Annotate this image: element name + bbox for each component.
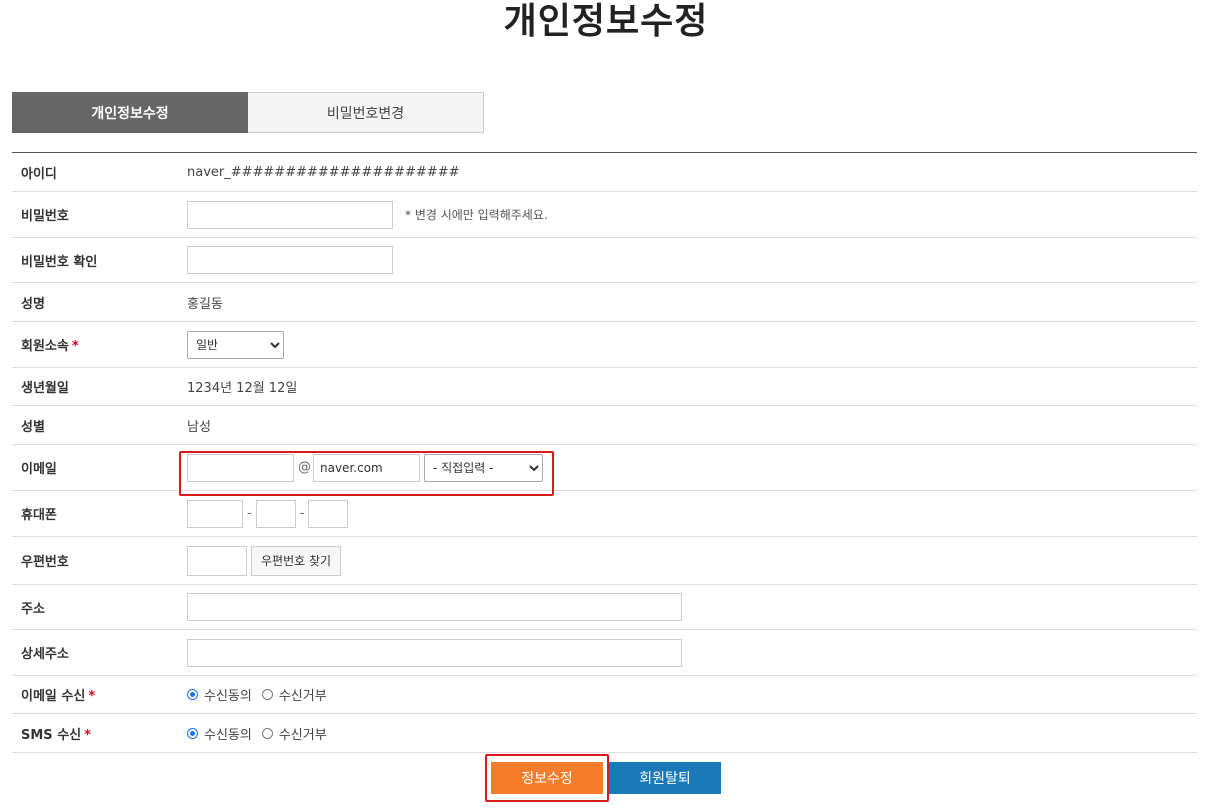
label-email-receive: 이메일 수신 *: [12, 685, 187, 704]
label-userid: 아이디: [21, 166, 57, 182]
password-confirm-input[interactable]: [187, 246, 393, 274]
phone-part1-input[interactable]: [187, 499, 243, 528]
address-input[interactable]: [187, 593, 682, 621]
label-birth: 생년월일: [21, 381, 69, 396]
radio-checked-icon: [187, 727, 198, 739]
phone-sep-1: -: [247, 506, 252, 521]
email-domain-select[interactable]: - 직접입력 -: [424, 453, 543, 482]
tab-bar: 개인정보수정 비밀번호변경: [12, 92, 484, 133]
name-value: 홍길동: [187, 296, 223, 312]
required-mark: *: [71, 339, 79, 354]
tab-profile-edit[interactable]: 개인정보수정: [12, 92, 248, 133]
member-type-select[interactable]: 일반: [187, 330, 284, 359]
row-phone: 휴대폰 - -: [12, 491, 1197, 537]
email-receive-agree-label: 수신동의: [204, 689, 252, 704]
sms-receive-agree-radio[interactable]: 수신동의: [187, 724, 252, 743]
userid-value: naver_#####################: [187, 164, 460, 180]
required-mark: *: [88, 689, 96, 704]
birth-value: 1234년 12월 12일: [187, 381, 298, 396]
label-password-confirm: 비밀번호 확인: [21, 254, 98, 270]
required-mark: *: [84, 727, 91, 743]
row-userid: 아이디 naver_#####################: [12, 153, 1197, 192]
radio-unchecked-icon: [261, 689, 273, 700]
password-note: * 변경 시에만 입력해주세요.: [405, 208, 548, 222]
row-sms-receive: SMS 수신 * 수신동의 수신거부: [12, 714, 1197, 753]
email-domain-input[interactable]: [313, 453, 420, 482]
label-member-type: 회원소속 *: [12, 335, 187, 354]
update-info-button[interactable]: 정보수정: [491, 762, 603, 794]
label-gender: 성별: [21, 419, 45, 435]
label-password: 비밀번호: [21, 209, 69, 224]
row-birth: 생년월일 1234년 12월 12일: [12, 368, 1197, 406]
phone-part3-input[interactable]: [308, 499, 349, 528]
password-input[interactable]: [187, 200, 393, 229]
phone-part2-input[interactable]: [255, 499, 296, 528]
radio-checked-icon: [187, 689, 198, 700]
withdraw-button[interactable]: 회원탈퇴: [609, 762, 721, 794]
tab-password-change[interactable]: 비밀번호변경: [248, 92, 484, 133]
label-zipcode: 우편번호: [21, 555, 69, 570]
email-receive-agree-radio[interactable]: 수신동의: [187, 685, 252, 704]
label-address: 주소: [21, 601, 45, 617]
row-email-receive: 이메일 수신 * 수신동의 수신거부: [12, 676, 1197, 714]
row-member-type: 회원소속 * 일반: [12, 322, 1197, 368]
label-sms-receive: SMS 수신 *: [12, 724, 187, 743]
row-name: 성명 홍길동: [12, 283, 1197, 322]
profile-form: 아이디 naver_##################### 비밀번호 * 변…: [12, 152, 1197, 753]
page-title: 개인정보수정: [503, 1, 709, 42]
phone-sep-2: -: [299, 506, 305, 521]
row-gender: 성별 남성: [12, 406, 1197, 445]
sms-receive-agree-label: 수신동의: [204, 727, 252, 743]
label-email-receive-text: 이메일 수신: [21, 689, 86, 704]
row-email: 이메일 @ - 직접입력 -: [12, 445, 1197, 496]
label-sms-receive-text: SMS 수신: [21, 727, 82, 743]
sms-receive-refuse-label: 수신거부: [278, 727, 327, 743]
zipcode-input[interactable]: [187, 545, 247, 576]
label-phone: 휴대폰: [21, 508, 57, 523]
address-detail-input[interactable]: [187, 638, 682, 667]
row-password: 비밀번호 * 변경 시에만 입력해주세요.: [12, 192, 1197, 238]
row-address-detail: 상세주소: [12, 630, 1197, 676]
email-at-sign: @: [298, 460, 311, 475]
sms-receive-refuse-radio[interactable]: 수신거부: [261, 724, 327, 743]
label-member-type-text: 회원소속: [21, 339, 69, 354]
radio-unchecked-icon: [261, 727, 273, 739]
gender-value: 남성: [187, 419, 211, 435]
row-password-confirm: 비밀번호 확인: [12, 238, 1197, 283]
email-receive-refuse-radio[interactable]: 수신거부: [261, 685, 327, 704]
label-address-detail: 상세주소: [21, 647, 69, 662]
label-name: 성명: [21, 296, 45, 312]
zipcode-search-button[interactable]: 우편번호 찾기: [251, 545, 342, 576]
row-address: 주소: [12, 585, 1197, 630]
email-id-input[interactable]: [187, 453, 294, 482]
update-button-wrapper: 정보수정: [485, 754, 609, 802]
action-buttons: 정보수정 회원탈퇴: [0, 754, 1212, 802]
label-email: 이메일: [21, 462, 57, 477]
row-zipcode: 우편번호 우편번호 찾기: [12, 537, 1197, 585]
email-receive-refuse-label: 수신거부: [278, 689, 327, 704]
